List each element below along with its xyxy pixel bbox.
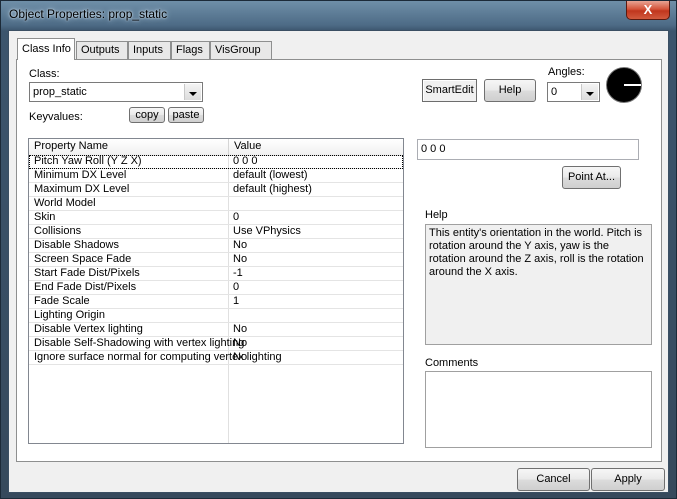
grid-row[interactable]: Fade Scale 1: [29, 295, 403, 309]
row-name: Collisions: [34, 225, 82, 237]
grid-row[interactable]: Disable Shadows No: [29, 239, 403, 253]
smartedit-toggle[interactable]: SmartEdit: [422, 79, 477, 102]
help-text-box: This entity's orientation in the world. …: [425, 224, 652, 345]
grid-row[interactable]: Collisions Use VPhysics: [29, 225, 403, 239]
keyvalues-label: Keyvalues:: [29, 111, 83, 123]
point-at-button[interactable]: Point At...: [562, 166, 621, 189]
title-bar[interactable]: Object Properties: prop_static X: [1, 1, 676, 29]
tab-inputs[interactable]: Inputs: [128, 41, 171, 59]
row-value: No: [233, 239, 248, 251]
angles-label: Angles:: [548, 66, 585, 78]
value-input[interactable]: 0 0 0: [417, 139, 639, 160]
help-button[interactable]: Help: [484, 79, 536, 102]
tab-class-info[interactable]: Class Info: [17, 38, 75, 60]
grid-row[interactable]: Start Fade Dist/Pixels -1: [29, 267, 403, 281]
window-title: Object Properties: prop_static: [9, 7, 168, 21]
chevron-down-icon[interactable]: [581, 84, 598, 100]
row-name: Pitch Yaw Roll (Y Z X): [34, 155, 142, 167]
row-name: Maximum DX Level: [34, 183, 130, 195]
row-value: default (highest): [233, 183, 312, 195]
row-value: No: [233, 253, 248, 265]
grid-row[interactable]: Disable Self-Shadowing with vertex light…: [29, 337, 403, 351]
grid-header: Property Name Value: [29, 139, 403, 156]
close-button[interactable]: X: [626, 1, 670, 20]
comments-label: Comments: [425, 357, 479, 369]
column-separator[interactable]: [228, 139, 229, 155]
row-name: World Model: [34, 197, 96, 209]
help-section-label: Help: [425, 209, 448, 221]
value-input-text: 0 0 0: [421, 143, 446, 155]
row-value: -1: [233, 267, 243, 279]
row-name: Screen Space Fade: [34, 253, 132, 265]
class-label: Class:: [29, 68, 60, 80]
row-value: default (lowest): [233, 169, 308, 181]
grid-row[interactable]: Maximum DX Level default (highest): [29, 183, 403, 197]
dialog-client-area: Class Info Outputs Inputs Flags VisGroup…: [8, 30, 669, 493]
grid-row[interactable]: Lighting Origin: [29, 309, 403, 323]
col-header-property-name[interactable]: Property Name: [34, 140, 108, 152]
row-name: Disable Shadows: [34, 239, 119, 251]
row-name: Lighting Origin: [34, 309, 105, 321]
row-value: No: [233, 351, 248, 363]
comments-textarea[interactable]: [425, 371, 652, 448]
row-value: 1: [233, 295, 240, 307]
grid-row[interactable]: Disable Vertex lighting No: [29, 323, 403, 337]
grid-row[interactable]: Skin 0: [29, 211, 403, 225]
cancel-button[interactable]: Cancel: [517, 468, 590, 491]
paste-button[interactable]: paste: [168, 107, 204, 123]
row-name: Skin: [34, 211, 56, 223]
apply-button[interactable]: Apply: [591, 468, 665, 491]
grid-row[interactable]: Ignore surface normal for computing vert…: [29, 351, 403, 365]
tab-visgroup[interactable]: VisGroup: [210, 41, 272, 59]
row-value: 0: [233, 211, 240, 223]
grid-row[interactable]: World Model: [29, 197, 403, 211]
keyvalues-grid: Property Name Value Pitch Yaw Roll (Y Z …: [28, 138, 404, 444]
row-value: No: [233, 337, 248, 349]
row-name: Minimum DX Level: [34, 169, 127, 181]
copy-button[interactable]: copy: [129, 107, 165, 123]
angle-dial[interactable]: [606, 67, 642, 103]
row-value: 0 0 0: [233, 155, 258, 167]
row-name: Start Fade Dist/Pixels: [34, 267, 140, 279]
grid-row[interactable]: Minimum DX Level default (lowest): [29, 169, 403, 183]
tab-flags[interactable]: Flags: [171, 41, 210, 59]
class-value: prop_static: [33, 86, 87, 98]
chevron-down-icon[interactable]: [184, 84, 201, 100]
row-name: Disable Self-Shadowing with vertex light…: [34, 337, 245, 349]
angles-combobox[interactable]: 0: [547, 82, 600, 102]
grid-row[interactable]: Screen Space Fade No: [29, 253, 403, 267]
angles-value: 0: [551, 86, 558, 98]
grid-row[interactable]: End Fade Dist/Pixels 0: [29, 281, 403, 295]
col-header-value[interactable]: Value: [234, 140, 261, 152]
object-properties-window: Object Properties: prop_static X Class I…: [0, 0, 677, 499]
row-name: Disable Vertex lighting: [34, 323, 143, 335]
row-value: No: [233, 323, 248, 335]
row-value: Use VPhysics: [233, 225, 301, 237]
grid-row[interactable]: Pitch Yaw Roll (Y Z X) 0 0 0: [29, 155, 403, 169]
row-name: End Fade Dist/Pixels: [34, 281, 137, 293]
tab-outputs[interactable]: Outputs: [76, 41, 128, 59]
row-name: Fade Scale: [34, 295, 90, 307]
class-combobox[interactable]: prop_static: [29, 82, 203, 102]
row-value: 0: [233, 281, 240, 293]
